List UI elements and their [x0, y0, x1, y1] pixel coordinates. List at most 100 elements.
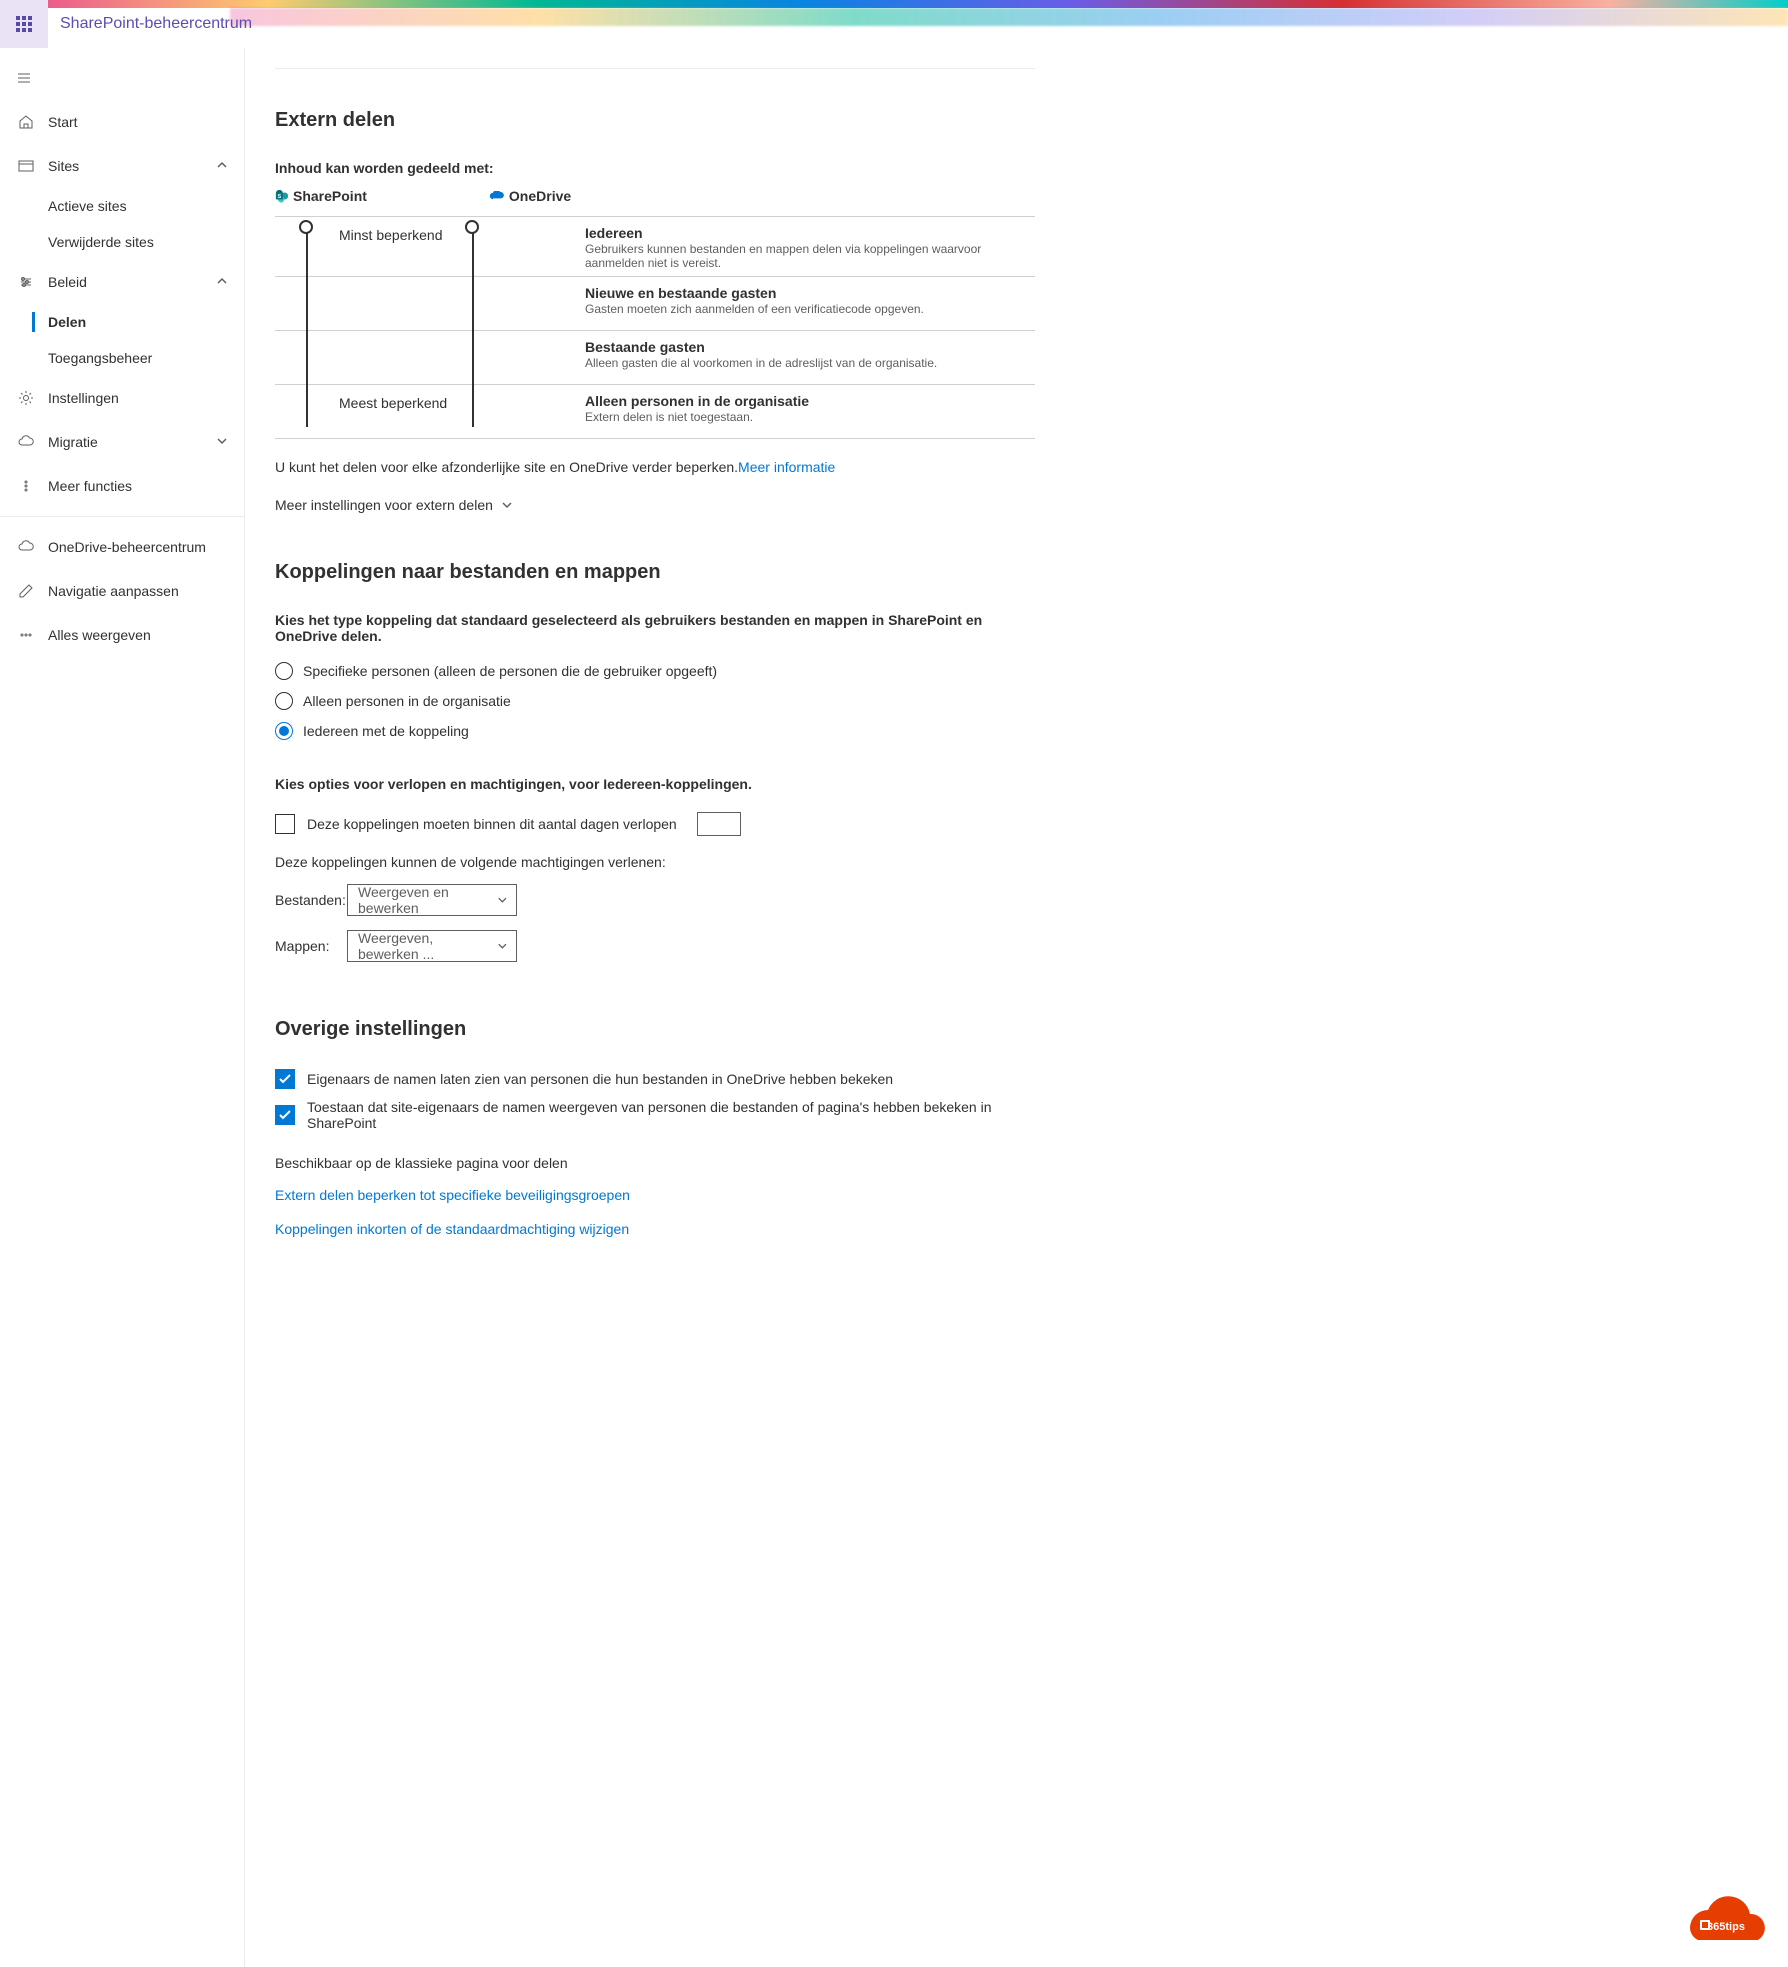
permissions-text: Deze koppelingen kunnen de volgende mach…	[275, 854, 1035, 870]
checkbox-label: Deze koppelingen moeten binnen dit aanta…	[307, 816, 677, 832]
sidebar: Start Sites Actieve sites Verwijderde si…	[0, 48, 245, 1967]
level-title: Bestaande gasten	[585, 339, 1035, 355]
chevron-down-icon	[216, 434, 228, 450]
365tips-badge[interactable]: 365tips	[1680, 1888, 1768, 1947]
nav-deleted-sites[interactable]: Verwijderde sites	[0, 224, 244, 260]
app-launcher-button[interactable]	[0, 0, 48, 48]
more-info-link[interactable]: Meer informatie	[738, 459, 835, 475]
nav-label: Sites	[48, 158, 79, 174]
nav-show-all[interactable]: Alles weergeven	[0, 613, 244, 657]
nav-label: Beleid	[48, 274, 87, 290]
level-title: Iedereen	[585, 225, 1035, 241]
folders-permission-select[interactable]: Weergeven, bewerken ...	[347, 930, 517, 962]
more-external-settings-expander[interactable]: Meer instellingen voor extern delen	[275, 497, 1035, 513]
radio-org-only[interactable]: Alleen personen in de organisatie	[275, 692, 1035, 710]
nav-customize-navigation[interactable]: Navigatie aanpassen	[0, 569, 244, 613]
nav-onedrive-admin[interactable]: OneDrive-beheercentrum	[0, 525, 244, 569]
brand-row: S SharePoint OneDrive	[275, 188, 1035, 204]
owners-sharepoint-checkbox[interactable]	[275, 1105, 295, 1125]
nav-active-sites[interactable]: Actieve sites	[0, 188, 244, 224]
nav-label: Verwijderde sites	[48, 234, 154, 250]
chevron-up-icon	[216, 274, 228, 290]
chevron-down-icon	[497, 940, 508, 952]
sharepoint-brand: S SharePoint	[275, 188, 367, 204]
slider-track-sharepoint[interactable]	[306, 228, 308, 427]
divider	[275, 68, 1035, 69]
level-desc: Gasten moeten zich aanmelden of een veri…	[585, 302, 1035, 316]
shorten-links-link[interactable]: Koppelingen inkorten of de standaardmach…	[275, 1221, 1035, 1237]
brand-label: OneDrive	[509, 188, 571, 204]
nav-migration[interactable]: Migratie	[0, 420, 244, 464]
select-value: Weergeven, bewerken ...	[358, 930, 497, 962]
radio-label: Specifieke personen (alleen de personen …	[303, 663, 717, 679]
nav-start[interactable]: Start	[0, 100, 244, 144]
nav-label: Start	[48, 114, 78, 130]
restrict-groups-link[interactable]: Extern delen beperken tot specifieke bev…	[275, 1187, 1035, 1203]
slider-handle-sharepoint[interactable]	[299, 220, 313, 234]
nav-label: Actieve sites	[48, 198, 127, 214]
nav-sites[interactable]: Sites	[0, 144, 244, 188]
level-title: Alleen personen in de organisatie	[585, 393, 1035, 409]
nav-sharing[interactable]: Delen	[0, 304, 244, 340]
home-icon	[16, 112, 36, 132]
more-icon	[16, 476, 36, 496]
expire-checkbox[interactable]	[275, 814, 295, 834]
checkbox-label: Eigenaars de namen laten zien van person…	[307, 1071, 893, 1087]
section-heading-external-sharing: Extern delen	[275, 109, 1035, 132]
expiry-heading: Kies opties voor verlopen en machtiginge…	[275, 776, 1035, 792]
level-desc: Extern delen is niet toegestaan.	[585, 410, 1035, 424]
owners-onedrive-checkbox[interactable]	[275, 1069, 295, 1089]
nav-label: OneDrive-beheercentrum	[48, 539, 206, 555]
level-title: Nieuwe en bestaande gasten	[585, 285, 1035, 301]
topbar: SharePoint-beheercentrum	[0, 0, 1788, 48]
radio-icon	[275, 662, 293, 680]
sharepoint-icon: S	[275, 189, 289, 203]
divider	[0, 516, 244, 517]
files-permission-select[interactable]: Weergeven en bewerken	[347, 884, 517, 916]
section-heading-links: Koppelingen naar bestanden en mappen	[275, 561, 1035, 584]
slider-handle-onedrive[interactable]	[465, 220, 479, 234]
level-desc: Alleen gasten die al voorkomen in de adr…	[585, 356, 1035, 370]
nav-access[interactable]: Toegangsbeheer	[0, 340, 244, 376]
radio-label: Alleen personen in de organisatie	[303, 693, 511, 709]
expander-label: Meer instellingen voor extern delen	[275, 497, 493, 513]
nav-label: Instellingen	[48, 390, 119, 406]
radio-specific-people[interactable]: Specifieke personen (alleen de personen …	[275, 662, 1035, 680]
slider-track-onedrive[interactable]	[472, 228, 474, 427]
ellipsis-icon	[16, 625, 36, 645]
link-type-radio-group: Specifieke personen (alleen de personen …	[275, 662, 1035, 740]
main-content: Extern delen Inhoud kan worden gedeeld m…	[245, 48, 1065, 1967]
nav-label: Toegangsbeheer	[48, 350, 152, 366]
svg-text:S: S	[278, 194, 282, 200]
files-label: Bestanden:	[275, 892, 347, 908]
nav-settings[interactable]: Instellingen	[0, 376, 244, 420]
expire-checkbox-row: Deze koppelingen moeten binnen dit aanta…	[275, 812, 1035, 836]
links-desc: Kies het type koppeling dat standaard ge…	[275, 612, 1035, 644]
checkbox-label: Toestaan dat site-eigenaars de namen wee…	[307, 1099, 1035, 1131]
nav-label: Migratie	[48, 434, 98, 450]
select-value: Weergeven en bewerken	[358, 884, 497, 916]
share-with-label: Inhoud kan worden gedeeld met:	[275, 160, 1035, 176]
radio-label: Iedereen met de koppeling	[303, 723, 469, 739]
sharing-sliders: Minst beperkend Iedereen Gebruikers kunn…	[275, 216, 1035, 439]
cloud-icon	[16, 432, 36, 452]
brand-label: SharePoint	[293, 188, 367, 204]
nav-label: Navigatie aanpassen	[48, 583, 179, 599]
onedrive-icon	[489, 191, 505, 201]
radio-anyone-link[interactable]: Iedereen met de koppeling	[275, 722, 1035, 740]
nav-more-features[interactable]: Meer functies	[0, 464, 244, 508]
most-restrictive-label: Meest beperkend	[339, 395, 447, 411]
onedrive-brand: OneDrive	[489, 188, 571, 204]
chevron-up-icon	[216, 158, 228, 174]
sites-icon	[16, 156, 36, 176]
nav-policies[interactable]: Beleid	[0, 260, 244, 304]
decorative-stripe	[0, 0, 1788, 8]
policies-icon	[16, 272, 36, 292]
expire-days-input[interactable]	[697, 812, 741, 836]
pencil-icon	[16, 581, 36, 601]
folders-label: Mappen:	[275, 938, 347, 954]
nav-label: Alles weergeven	[48, 627, 151, 643]
radio-icon	[275, 692, 293, 710]
collapse-nav-button[interactable]	[0, 56, 48, 100]
chevron-down-icon	[497, 894, 508, 906]
